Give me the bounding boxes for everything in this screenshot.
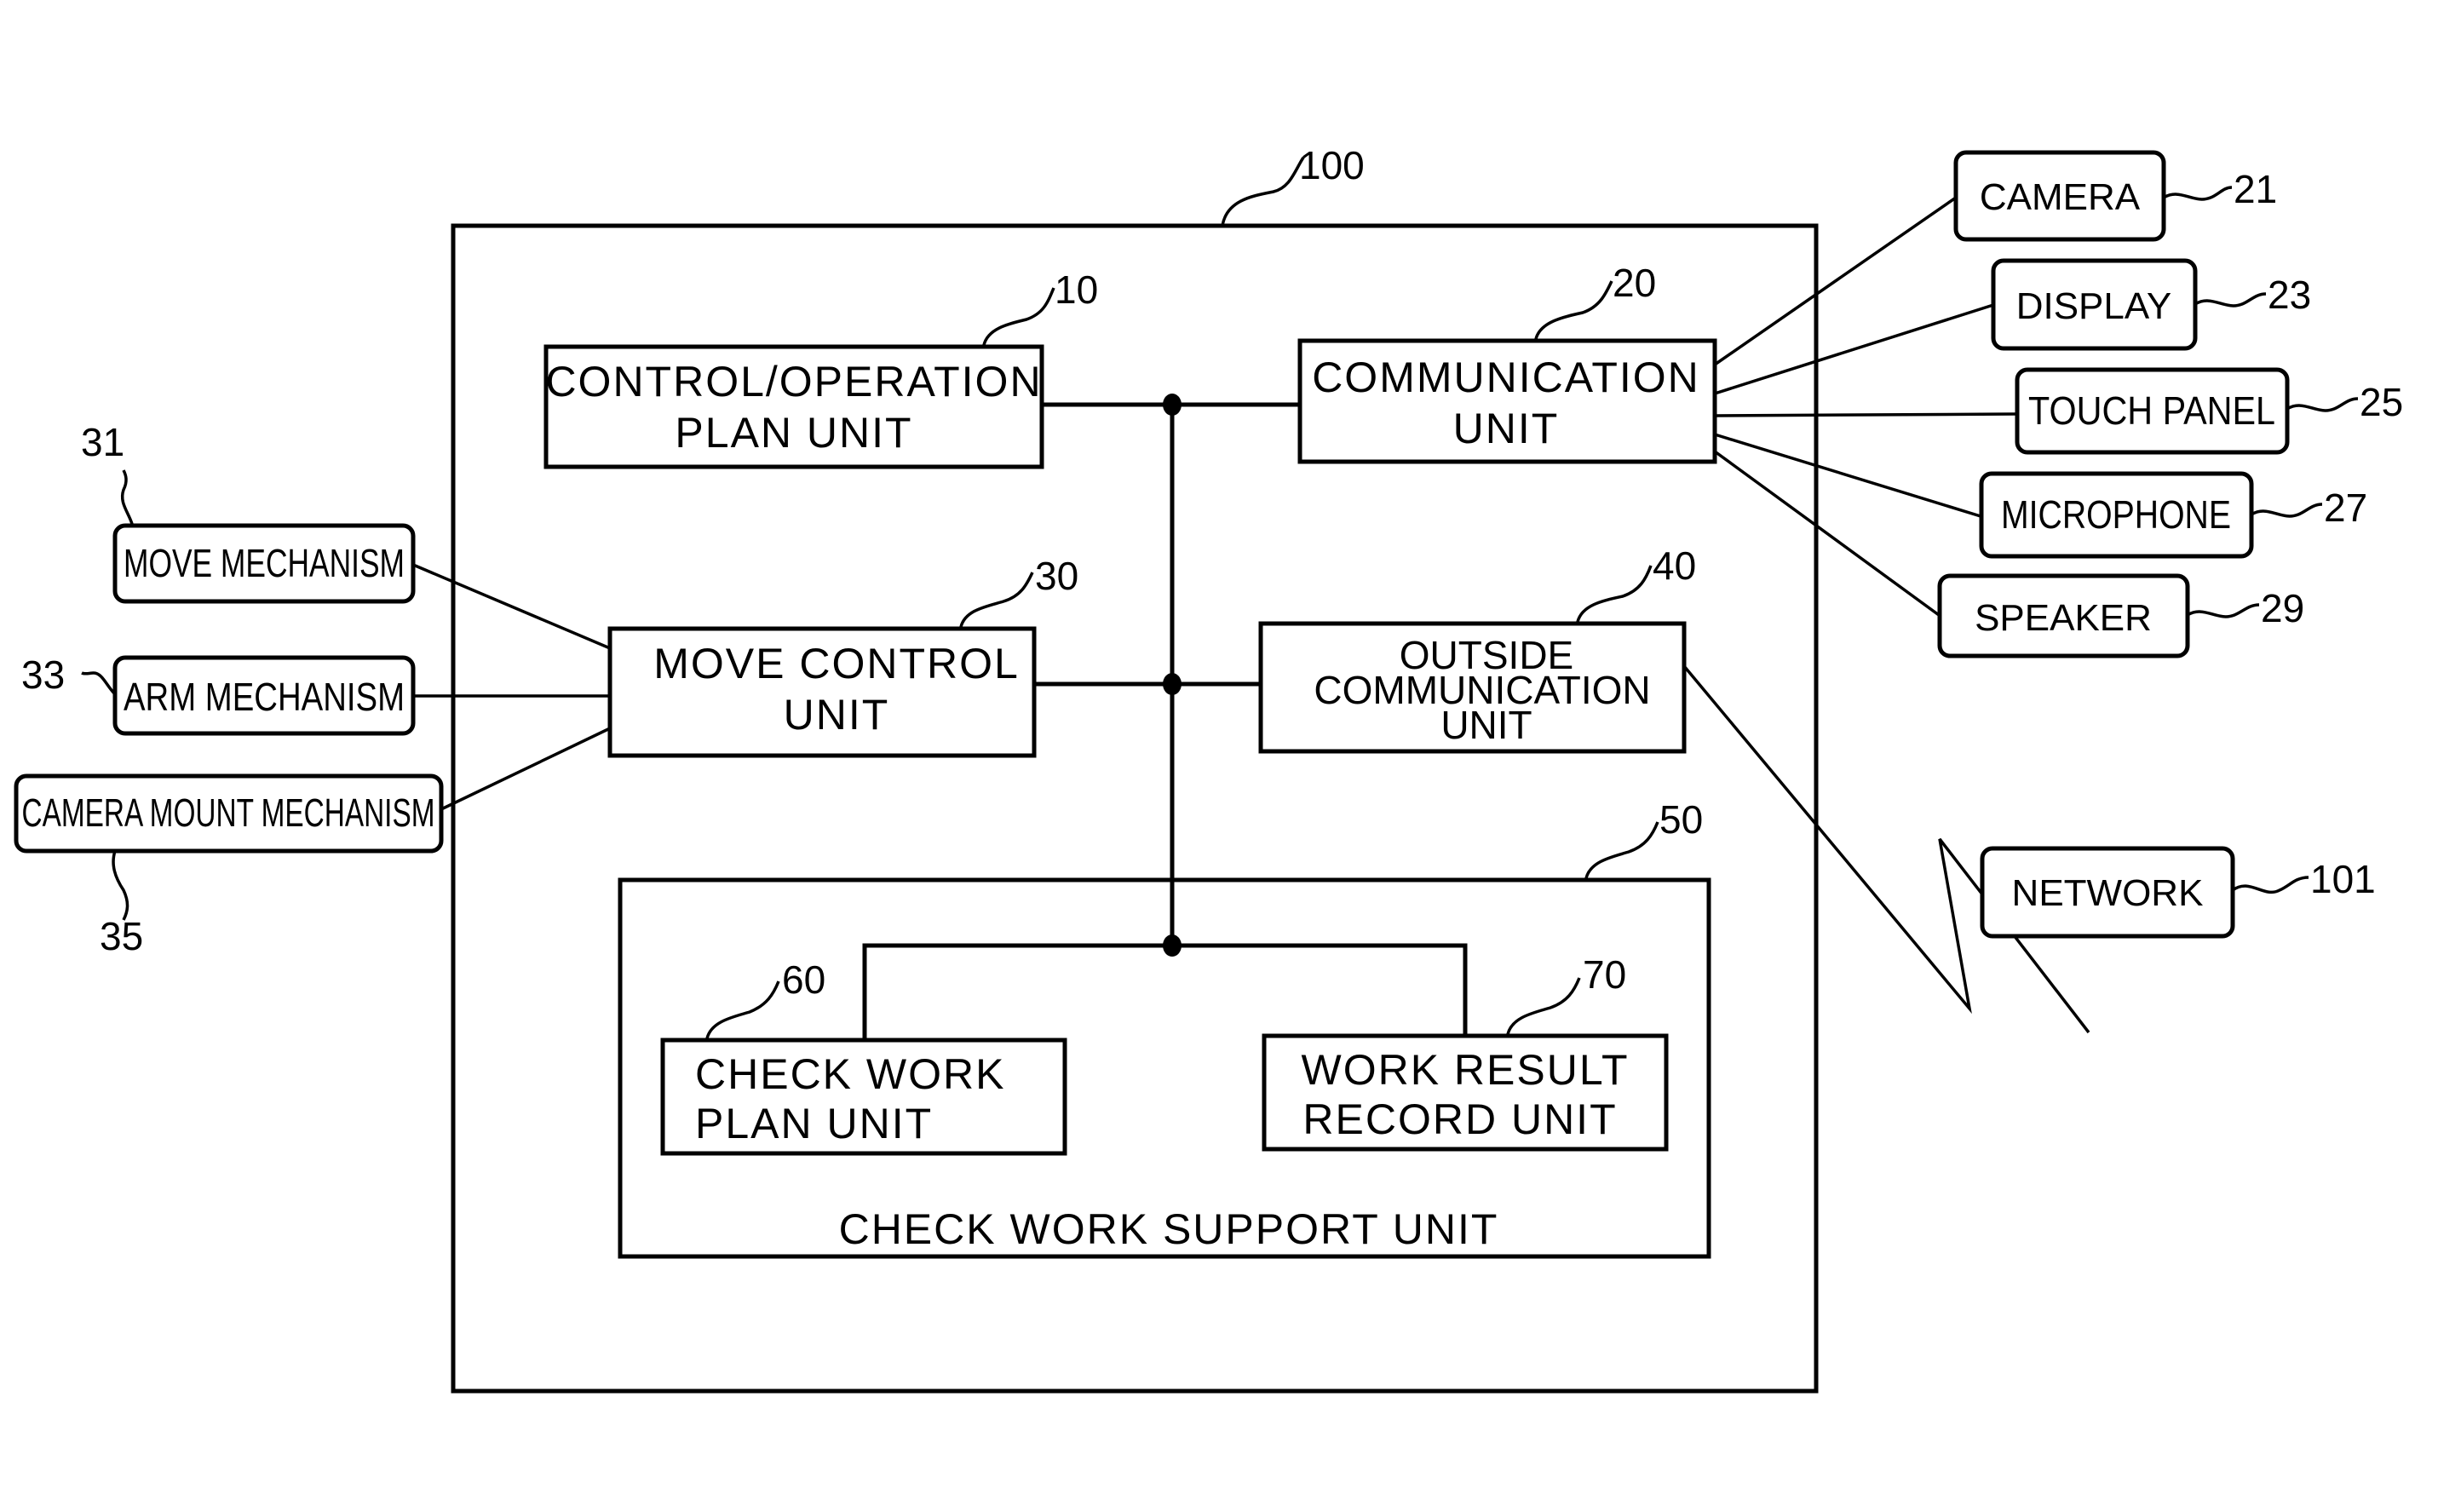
block-label: DISPLAY [2016, 285, 2172, 327]
connector-line [1714, 433, 1981, 518]
reference-leader [705, 980, 780, 1039]
connector-line [1714, 412, 2016, 417]
reference-leader [81, 671, 117, 696]
block-label: PLAN UNIT [695, 1100, 933, 1147]
move-control-unit: MOVE CONTROL UNIT 30 [607, 554, 1078, 758]
ref-29: 29 [2261, 586, 2304, 630]
block-label: ARM MECHANISM [124, 675, 405, 719]
ref-70: 70 [1583, 952, 1626, 997]
reference-leader [959, 572, 1034, 628]
ref-40: 40 [1653, 543, 1696, 588]
reference-leader [1221, 157, 1305, 227]
reference-leader [112, 850, 129, 921]
block-label: MOVE MECHANISM [124, 541, 405, 585]
ref-50: 50 [1659, 797, 1703, 842]
block-label: UNIT [784, 691, 890, 739]
camera-peripheral: CAMERA 21 [1953, 150, 2277, 242]
ref-30: 30 [1035, 554, 1078, 598]
outside-communication-unit: OUTSIDE COMMUNICATION UNIT 40 [1258, 543, 1696, 754]
block-label: CHECK WORK [695, 1050, 1005, 1098]
block-label: MOVE CONTROL [653, 640, 1020, 687]
block-label: COMMUNICATION [1312, 354, 1700, 401]
ref-21: 21 [2234, 167, 2277, 211]
block-label: CHECK WORK SUPPORT UNIT [839, 1205, 1499, 1253]
connector-line [1714, 303, 1994, 395]
ref-31: 31 [81, 420, 124, 464]
block-label: CAMERA [1980, 176, 2141, 218]
block-label: UNIT [1453, 405, 1560, 452]
block-label: WORK RESULT [1302, 1046, 1630, 1094]
mechanism-links [412, 563, 611, 811]
connector-line [862, 943, 1468, 1038]
ref-35: 35 [100, 914, 143, 958]
main-unit-100: 100 [451, 143, 1819, 1394]
move-mechanism: MOVE MECHANISM 31 [81, 420, 416, 604]
block-label: SPEAKER [1975, 597, 2152, 639]
ref-60: 60 [782, 957, 825, 1002]
block-diagram: 100 CONTROL/OPERATION PLAN UNIT 10 COMMU… [14, 143, 2403, 1394]
ref-27: 27 [2324, 486, 2367, 530]
reference-leader [2187, 603, 2260, 618]
block-label: CONTROL/OPERATION [545, 358, 1042, 405]
ref-100: 100 [1299, 143, 1365, 187]
display-peripheral: DISPLAY 23 [1991, 258, 2311, 351]
ref-33: 33 [21, 653, 65, 697]
reference-leader [1584, 821, 1659, 879]
block-label: NETWORK [2012, 872, 2204, 914]
check-work-support-unit: CHECK WORK SUPPORT UNIT 50 [618, 797, 1711, 1259]
reference-leader [2286, 397, 2359, 412]
ref-101: 101 [2310, 857, 2376, 901]
control-operation-plan-unit: CONTROL/OPERATION PLAN UNIT 10 [543, 267, 1098, 469]
reference-leader [2231, 876, 2309, 894]
reference-leader [121, 469, 134, 525]
arm-mechanism: ARM MECHANISM 33 [21, 653, 416, 736]
reference-leader [2194, 292, 2267, 308]
speaker-peripheral: SPEAKER 29 [1937, 573, 2304, 658]
reference-leader [982, 287, 1055, 346]
block-label: TOUCH PANEL [2028, 388, 2275, 433]
bus-node-2 [1163, 673, 1182, 695]
block-label: UNIT [1440, 703, 1532, 747]
camera-mount-mechanism: CAMERA MOUNT MECHANISM 35 [14, 773, 444, 958]
connector-line [1714, 196, 1957, 366]
connector-line [412, 563, 611, 650]
connector-line [1713, 450, 1941, 617]
bus-node-3 [1163, 934, 1182, 957]
ref-20: 20 [1613, 261, 1656, 305]
network-node: NETWORK 101 [1980, 846, 2376, 939]
communication-links [1713, 196, 2016, 617]
block-label: PLAN UNIT [675, 409, 912, 457]
ref-10: 10 [1055, 267, 1098, 312]
ref-25: 25 [2360, 380, 2403, 424]
reference-leader [1576, 565, 1653, 623]
block-label: CAMERA MOUNT MECHANISM [22, 790, 435, 835]
communication-unit: COMMUNICATION UNIT 20 [1297, 261, 1717, 464]
reference-leader [1506, 977, 1581, 1035]
bus-node-1 [1163, 394, 1182, 416]
touch-panel-peripheral: TOUCH PANEL 25 [2015, 367, 2403, 455]
reference-leader [2251, 503, 2323, 518]
block-label: RECORD UNIT [1302, 1095, 1617, 1143]
ref-23: 23 [2268, 273, 2311, 317]
block-label: MICROPHONE [2001, 492, 2231, 537]
reference-leader [2163, 186, 2233, 201]
connector-line [440, 727, 611, 811]
microphone-peripheral: MICROPHONE 27 [1979, 471, 2367, 559]
reference-leader [1534, 280, 1613, 340]
